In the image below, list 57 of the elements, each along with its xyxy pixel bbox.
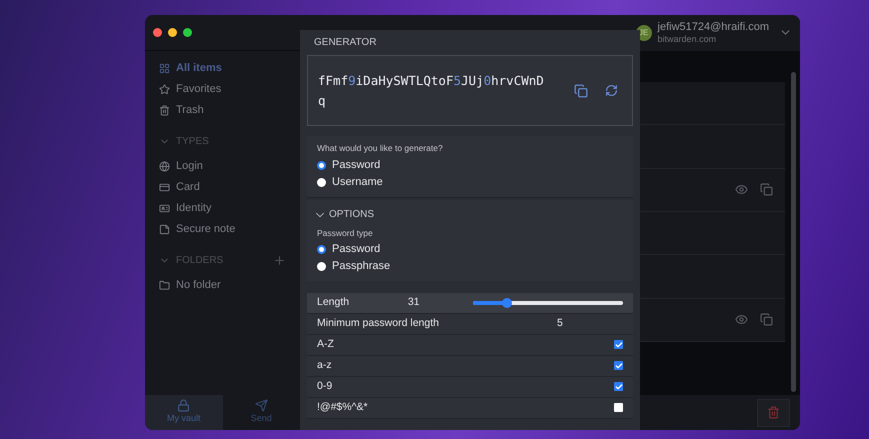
sidebar-item-icon [159,161,170,172]
radio-label: Password [332,242,380,257]
dialog-title: GENERATOR [313,36,378,50]
copy-icon[interactable] [760,313,773,326]
options-header[interactable]: OPTIONS [329,207,374,222]
sidebar-item-icon [159,63,170,74]
length-slider[interactable] [472,298,623,308]
checkbox[interactable] [614,340,623,349]
sidebar-item-icon [159,224,170,235]
section-header: TYPES [176,135,209,149]
setting-label: Minimum password length [317,316,440,331]
setting-label: a-z [317,358,333,373]
account-server: bitwarden.com [658,34,718,45]
sidebar-item[interactable]: Favorites [159,79,286,100]
sidebar-item[interactable]: Identity [159,198,286,219]
bottom-nav-tab[interactable]: My vault [145,395,222,430]
sidebar-item[interactable]: Login [159,156,286,177]
copy-icon[interactable] [574,84,588,98]
eye-icon[interactable] [735,313,748,326]
sidebar-item-icon [159,182,170,193]
checkbox[interactable] [614,403,623,412]
radio-label: Username [332,175,383,190]
radio-button[interactable] [317,160,326,170]
generated-password: fFmf9iDaHySWTLQtoF5JUj 0hrvCWnD q [318,72,545,110]
trash-icon [767,406,780,419]
paper-plane-icon [254,399,268,412]
sidebar-item[interactable]: Card [159,177,286,198]
question-label: What would you like to generate? [317,142,444,155]
setting-label: 0-9 [317,378,334,394]
setting-value: 31 [408,294,420,310]
account-email: jefiw51724@hraifi.com [658,21,769,34]
radio-button[interactable] [317,244,326,254]
refresh-icon[interactable] [605,84,618,97]
password-type-label: Password type [317,226,374,240]
radio-label: Passphrase [332,258,390,274]
sidebar-item[interactable]: Secure note [159,219,286,240]
sidebar-item-icon [159,84,170,95]
copy-icon[interactable] [760,183,773,196]
checkbox[interactable] [614,382,623,391]
section-header: FOLDERS [176,254,224,268]
sidebar-item[interactable]: All items [159,58,286,79]
radio-button[interactable] [317,178,326,187]
add-folder-icon[interactable] [273,254,286,267]
setting-label: !@#$%^&* [317,400,369,415]
sidebar-item[interactable]: No folder [159,275,286,296]
sidebar-item-icon [159,203,170,214]
setting-label: Length [317,294,350,310]
checkbox[interactable] [614,361,623,370]
radio-button[interactable] [317,262,326,270]
sidebar-item-icon [159,105,170,116]
lock-icon [177,399,190,412]
eye-icon[interactable] [735,183,748,196]
sidebar-item[interactable]: Trash [159,100,286,121]
sidebar-item-icon [159,280,170,291]
setting-label: A-Z [317,336,335,352]
setting-value[interactable]: 5 [557,316,563,332]
radio-label: Password [332,158,380,173]
